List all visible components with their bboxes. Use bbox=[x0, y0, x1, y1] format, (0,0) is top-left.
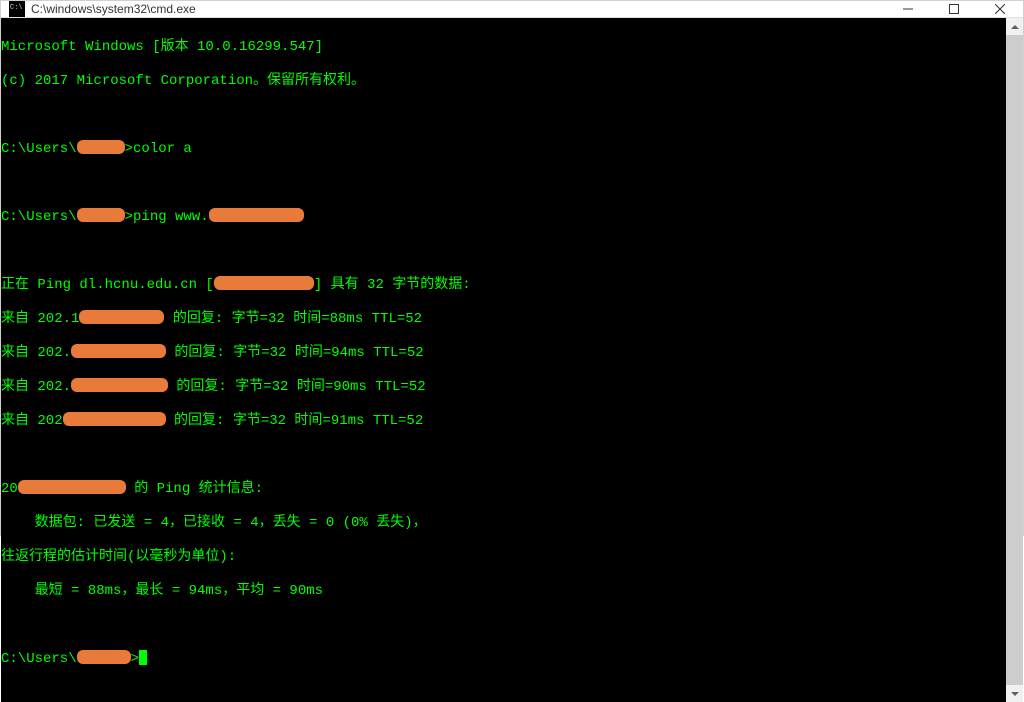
blank-line bbox=[1, 617, 1006, 634]
prompt-line: C:\Users\ >color a bbox=[1, 141, 1006, 158]
console-output[interactable]: Microsoft Windows [版本 10.0.16299.547] (c… bbox=[1, 18, 1006, 702]
scroll-up-button[interactable] bbox=[1006, 18, 1023, 35]
redaction bbox=[77, 650, 131, 664]
chevron-up-icon bbox=[1011, 25, 1019, 29]
text: 20 bbox=[1, 481, 18, 497]
prompt-line: C:\Users\ > bbox=[1, 651, 1006, 668]
minimize-button[interactable] bbox=[885, 1, 931, 17]
window-controls bbox=[885, 1, 1023, 17]
text: 的回复: 字节=32 时间=91ms TTL=52 bbox=[166, 413, 424, 429]
redaction bbox=[71, 344, 166, 358]
text: (c) 2017 Microsoft Corporation。保留所有权利。 bbox=[1, 73, 365, 89]
output-line: 来自 202. 的回复: 字节=32 时间=94ms TTL=52 bbox=[1, 345, 1006, 362]
scroll-thumb[interactable] bbox=[1006, 35, 1023, 685]
text: 来自 202. bbox=[1, 345, 71, 361]
output-line: 来自 202. 的回复: 字节=32 时间=90ms TTL=52 bbox=[1, 379, 1006, 396]
blank-line bbox=[1, 175, 1006, 192]
redaction bbox=[71, 378, 168, 392]
text: 的回复: 字节=32 时间=88ms TTL=52 bbox=[164, 311, 422, 327]
close-button[interactable] bbox=[977, 1, 1023, 17]
output-line: 正在 Ping dl.hcnu.edu.cn [ ] 具有 32 字节的数据: bbox=[1, 277, 1006, 294]
cmd-icon bbox=[9, 1, 25, 17]
text: C:\Users\ bbox=[1, 209, 77, 225]
output-line: 数据包: 已发送 = 4，已接收 = 4，丢失 = 0 (0% 丢失)， bbox=[1, 515, 1006, 532]
text: 正在 Ping dl.hcnu.edu.cn [ bbox=[1, 277, 214, 293]
text: 的回复: 字节=32 时间=90ms TTL=52 bbox=[168, 379, 426, 395]
vertical-scrollbar[interactable] bbox=[1006, 18, 1023, 702]
output-line: (c) 2017 Microsoft Corporation。保留所有权利。 bbox=[1, 73, 1006, 90]
output-line: 来自 202 的回复: 字节=32 时间=91ms TTL=52 bbox=[1, 413, 1006, 430]
text: > bbox=[131, 651, 139, 667]
scroll-down-button[interactable] bbox=[1006, 685, 1023, 702]
redaction bbox=[214, 276, 314, 290]
text: 最短 = 88ms，最长 = 94ms，平均 = 90ms bbox=[1, 583, 323, 599]
redaction bbox=[79, 310, 164, 324]
blank-line bbox=[1, 243, 1006, 260]
text: ] 具有 32 字节的数据: bbox=[314, 277, 471, 293]
output-line: 往返行程的估计时间(以毫秒为单位): bbox=[1, 549, 1006, 566]
chevron-down-icon bbox=[1011, 692, 1019, 696]
cursor bbox=[139, 650, 147, 665]
text: 来自 202. bbox=[1, 379, 71, 395]
minimize-icon bbox=[903, 4, 913, 14]
text: >ping www. bbox=[125, 209, 209, 225]
redaction bbox=[209, 208, 304, 222]
text: Microsoft Windows [版本 10.0.16299.547] bbox=[1, 39, 323, 55]
close-icon bbox=[995, 4, 1005, 14]
redaction bbox=[18, 480, 126, 494]
text: C:\Users\ bbox=[1, 141, 77, 157]
text: 的回复: 字节=32 时间=94ms TTL=52 bbox=[166, 345, 424, 361]
prompt-line: C:\Users\ >ping www. bbox=[1, 209, 1006, 226]
scroll-track[interactable] bbox=[1006, 35, 1023, 685]
redaction bbox=[63, 412, 166, 426]
output-line: Microsoft Windows [版本 10.0.16299.547] bbox=[1, 39, 1006, 56]
text: >color a bbox=[125, 141, 192, 157]
redaction bbox=[77, 208, 125, 222]
output-line: 20 的 Ping 统计信息: bbox=[1, 481, 1006, 498]
titlebar[interactable]: C:\windows\system32\cmd.exe bbox=[1, 1, 1023, 18]
text: 的 Ping 统计信息: bbox=[126, 481, 263, 497]
maximize-icon bbox=[949, 4, 959, 14]
output-line: 来自 202.1 的回复: 字节=32 时间=88ms TTL=52 bbox=[1, 311, 1006, 328]
cmd-window: C:\windows\system32\cmd.exe Microsoft Wi… bbox=[0, 0, 1024, 536]
blank-line bbox=[1, 107, 1006, 124]
blank-line bbox=[1, 447, 1006, 464]
window-title: C:\windows\system32\cmd.exe bbox=[31, 2, 885, 16]
text: C:\Users\ bbox=[1, 651, 77, 667]
output-line: 最短 = 88ms，最长 = 94ms，平均 = 90ms bbox=[1, 583, 1006, 600]
maximize-button[interactable] bbox=[931, 1, 977, 17]
redaction bbox=[77, 140, 125, 154]
text: 数据包: 已发送 = 4，已接收 = 4，丢失 = 0 (0% 丢失)， bbox=[1, 515, 427, 531]
text: 来自 202.1 bbox=[1, 311, 79, 327]
text: 往返行程的估计时间(以毫秒为单位): bbox=[1, 549, 236, 565]
text: 来自 202 bbox=[1, 413, 63, 429]
console-area: Microsoft Windows [版本 10.0.16299.547] (c… bbox=[1, 18, 1023, 702]
